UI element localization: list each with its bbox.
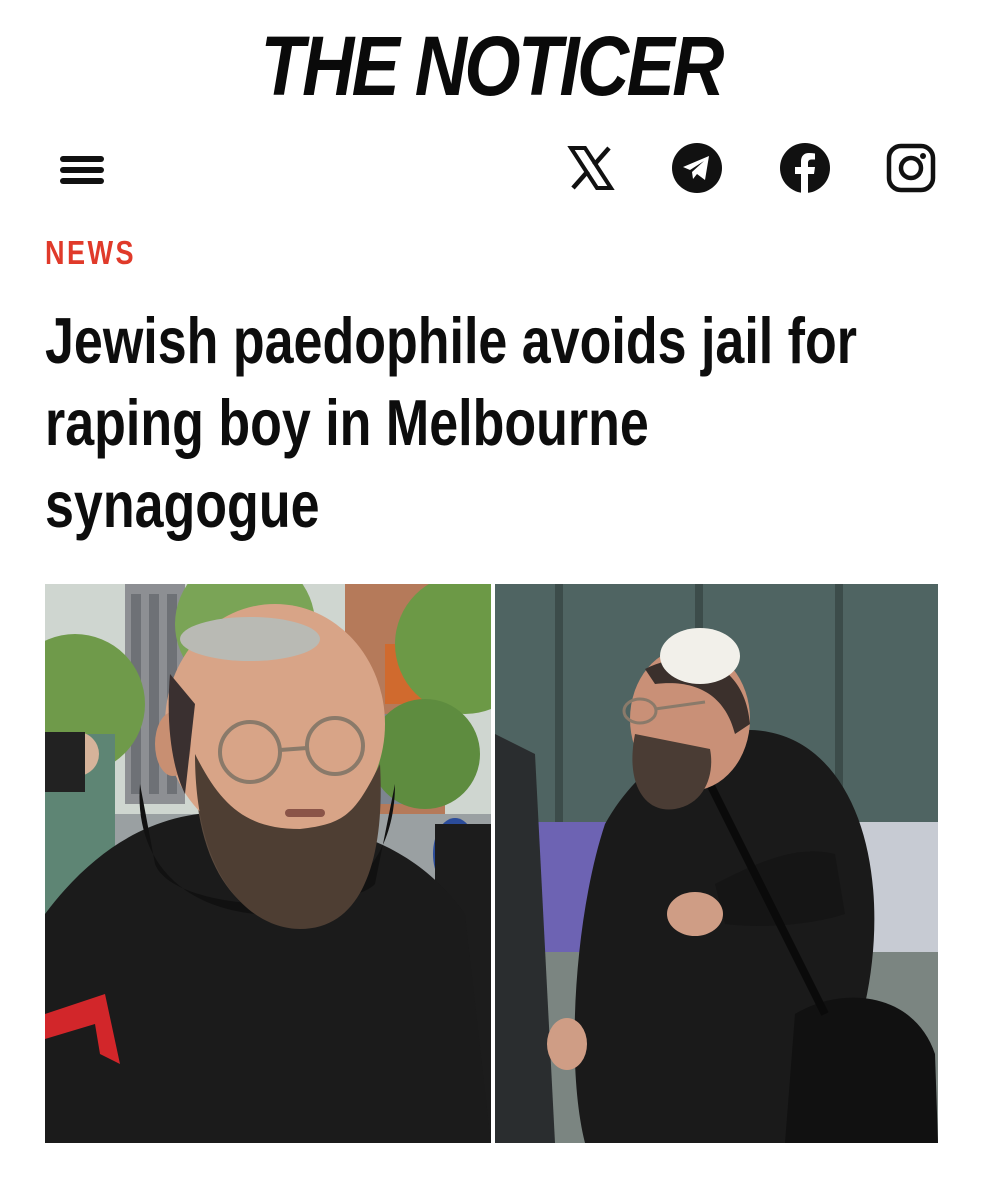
menu-bar [60,156,104,162]
article-image-collage [45,584,938,1143]
article-photo-left [45,584,491,1143]
category-label[interactable]: NEWS [45,234,136,272]
x-logo-icon[interactable] [565,142,617,194]
telegram-icon[interactable] [671,142,723,194]
x-logo-glyph [567,146,615,190]
facebook-glyph [780,143,830,194]
menu-bar [60,178,104,184]
instagram-glyph [886,143,936,193]
site-logo[interactable]: THE NOTICER [261,18,725,114]
menu-bar [60,167,104,173]
hamburger-menu-icon[interactable] [58,150,106,190]
instagram-icon[interactable] [885,142,937,194]
article-headline: Jewish paedophile avoids jail for raping… [45,304,857,541]
site-header: THE NOTICER [0,18,983,114]
facebook-icon[interactable] [779,142,831,194]
article-photo-right [495,584,938,1143]
telegram-glyph [672,143,722,193]
